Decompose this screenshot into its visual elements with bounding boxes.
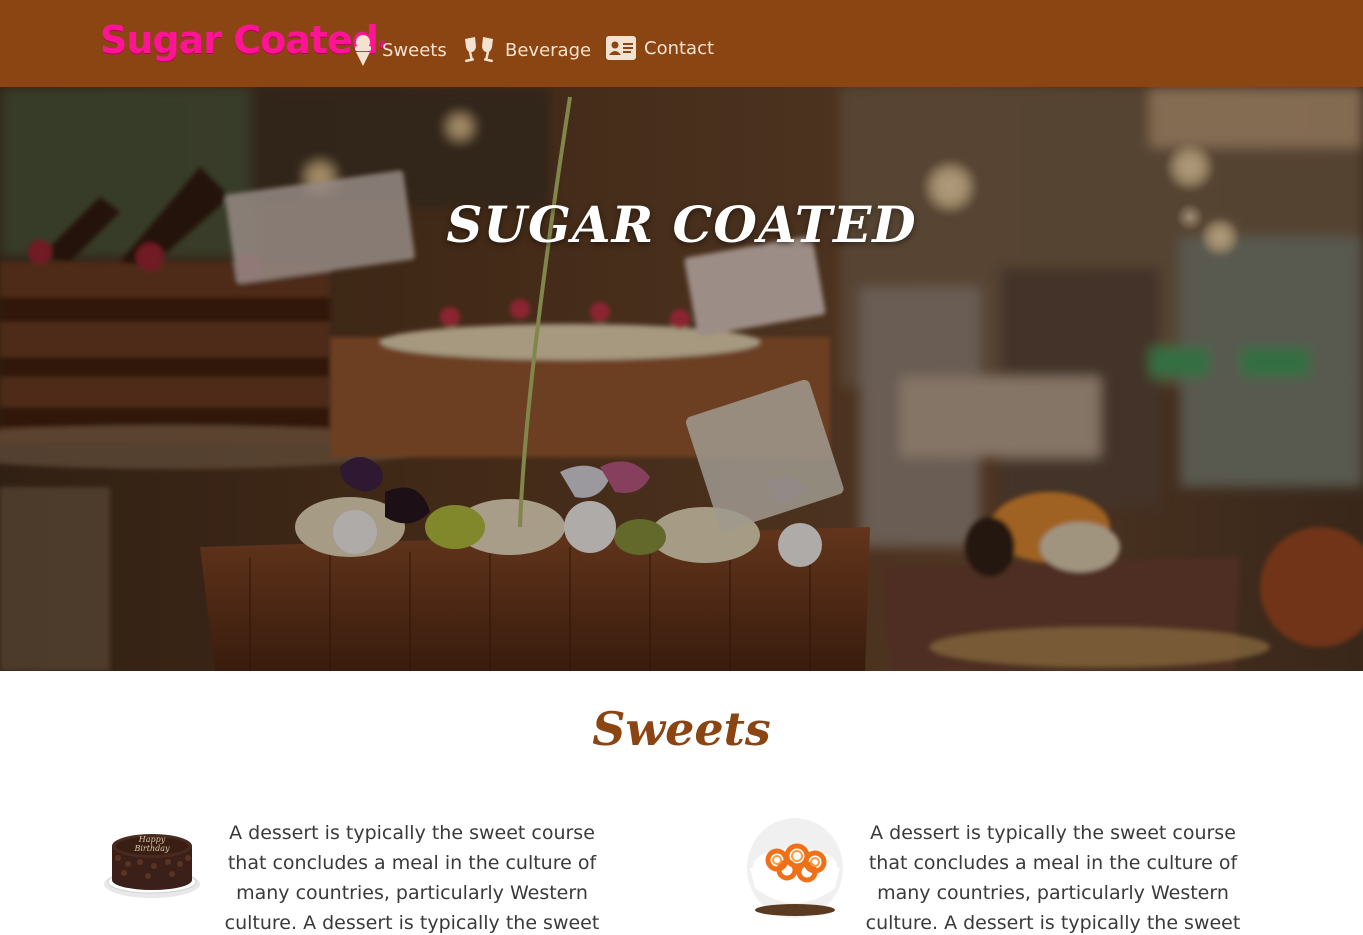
jalebi-bowl-image bbox=[747, 818, 843, 918]
hero-banner: SUGAR COATED bbox=[0, 87, 1363, 671]
section-title-sweets: Sweets bbox=[592, 702, 771, 756]
svg-text:Happy: Happy bbox=[138, 835, 166, 844]
nav-link-sweets[interactable]: Sweets bbox=[352, 30, 447, 70]
birthday-cake-image: Happy Birthday bbox=[104, 834, 200, 898]
navbar: Sugar Coated® Sweets Beverage Contact bbox=[0, 0, 1363, 87]
nav-link-label: Beverage bbox=[505, 39, 592, 61]
sweet-item: Happy Birthday A dessert is typically th… bbox=[104, 818, 624, 935]
nav-link-contact[interactable]: Contact bbox=[606, 28, 714, 68]
nav-link-label: Sweets bbox=[382, 39, 447, 61]
sweet-item-description: A dessert is typically the sweet course … bbox=[865, 822, 1241, 934]
address-card-icon bbox=[606, 36, 636, 60]
nav-link-label: Contact bbox=[644, 37, 715, 59]
hero-title: SUGAR COATED bbox=[446, 195, 917, 254]
brand-logo[interactable]: Sugar Coated® bbox=[100, 14, 388, 66]
sweet-item-description: A dessert is typically the sweet course … bbox=[224, 822, 600, 934]
hero-background-image bbox=[0, 87, 1363, 671]
sweet-item: A dessert is typically the sweet course … bbox=[745, 818, 1265, 935]
svg-text:Birthday: Birthday bbox=[133, 844, 170, 853]
ice-cream-icon bbox=[352, 34, 374, 66]
glasses-cheers-icon bbox=[461, 35, 497, 65]
nav-link-beverage[interactable]: Beverage bbox=[461, 30, 591, 70]
